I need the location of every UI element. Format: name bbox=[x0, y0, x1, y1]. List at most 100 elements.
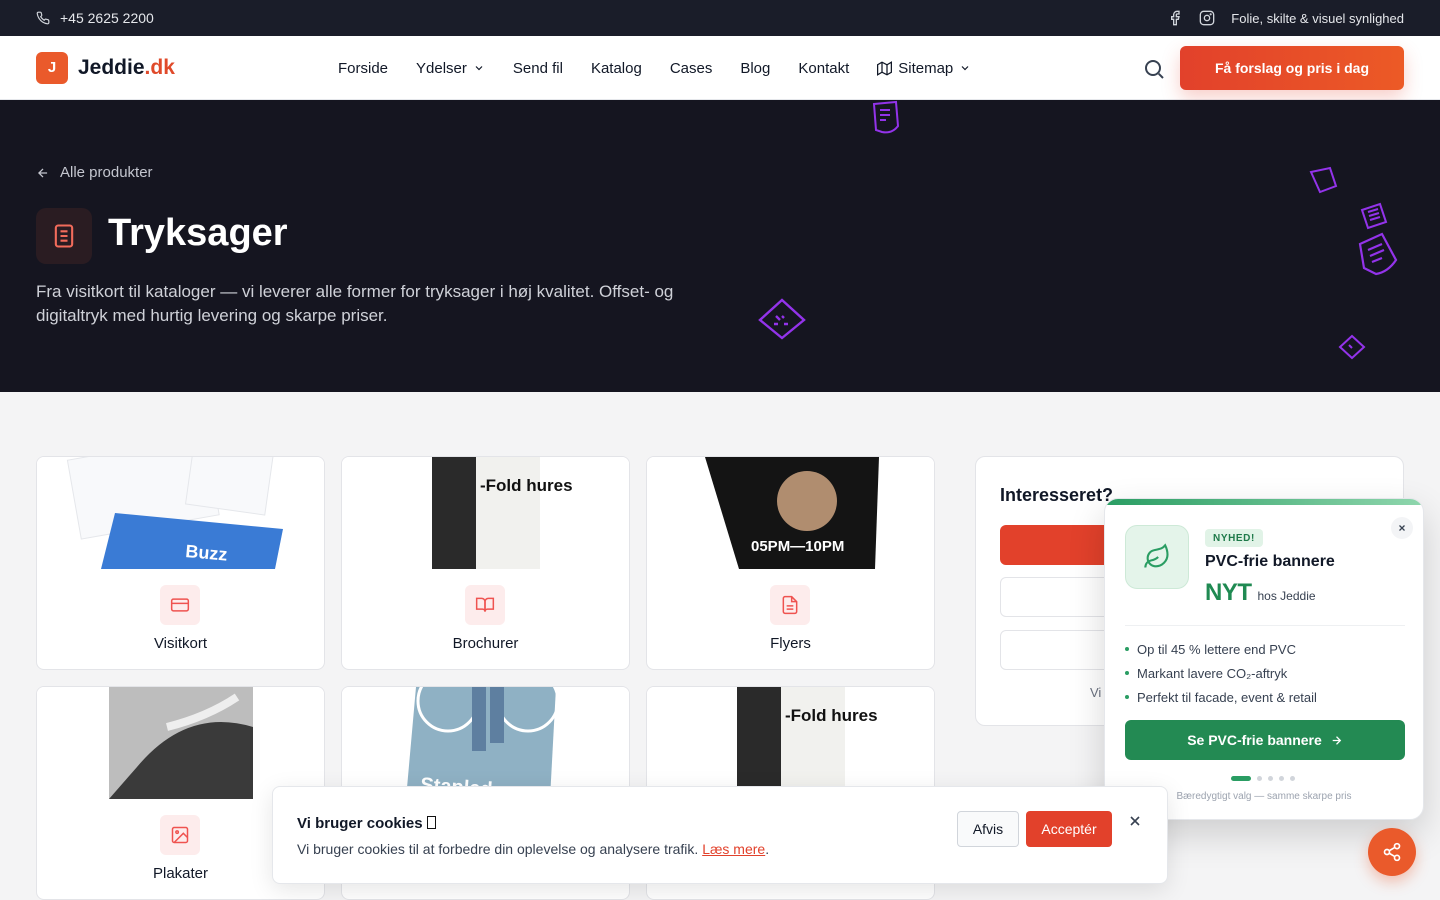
promo-nyt: NYT bbox=[1205, 579, 1252, 606]
promo-bullet: Op til 45 % lettere end PVC bbox=[1125, 637, 1317, 661]
nav-item-label: Sitemap bbox=[898, 59, 954, 77]
product-card-flyers[interactable]: 05PM—10PM Flyers bbox=[646, 456, 935, 670]
nav-item-katalog[interactable]: Katalog bbox=[591, 60, 642, 77]
logo-tld: .dk bbox=[144, 55, 175, 79]
close-icon[interactable] bbox=[1127, 813, 1143, 829]
share-button[interactable] bbox=[1368, 828, 1416, 876]
cookie-read-more-link[interactable]: Læs mere bbox=[702, 841, 765, 857]
product-card-visitkort[interactable]: Buzz Visitkort bbox=[36, 456, 325, 670]
product-icon-box bbox=[465, 585, 505, 625]
carousel-dot[interactable] bbox=[1257, 776, 1262, 781]
cookie-banner: Vi bruger cookies Vi bruger cookies til … bbox=[272, 786, 1168, 884]
cookie-title: Vi bruger cookies bbox=[297, 815, 436, 832]
nav-item-label: Cases bbox=[669, 59, 713, 77]
instagram-icon[interactable] bbox=[1199, 10, 1215, 26]
promo-bullet: Perfekt til facade, event & retail bbox=[1125, 685, 1317, 709]
book-open-icon bbox=[475, 597, 495, 612]
nav-item-forside[interactable]: Forside bbox=[338, 60, 388, 77]
arrow-right-icon bbox=[1332, 735, 1342, 745]
facebook-icon[interactable] bbox=[1167, 10, 1183, 26]
ticket-decoration-icon bbox=[758, 298, 806, 340]
product-image: 05PM—10PM bbox=[647, 457, 934, 569]
product-image-text: -Fold hures bbox=[480, 476, 573, 495]
product-image-text: Buzz bbox=[185, 541, 229, 565]
carousel-dot[interactable] bbox=[1279, 776, 1284, 781]
promo-badge: NYHED! bbox=[1205, 529, 1263, 547]
product-image bbox=[37, 687, 324, 799]
top-bar: +45 2625 2200 Folie, skilte & visuel syn… bbox=[0, 0, 1440, 36]
promo-bullet: Markant lavere CO₂-aftryk bbox=[1125, 661, 1317, 685]
product-image-text: 05PM—10PM bbox=[751, 538, 844, 555]
note-decoration-icon bbox=[1309, 166, 1338, 194]
nav-item-label: Ydelser bbox=[416, 59, 467, 77]
map-icon bbox=[877, 60, 893, 76]
promo-carousel-dots bbox=[1231, 776, 1295, 781]
nav-item-send-fil[interactable]: Send fil bbox=[513, 60, 563, 77]
close-icon bbox=[1399, 525, 1405, 531]
carousel-dot[interactable] bbox=[1290, 776, 1295, 781]
image-icon bbox=[171, 826, 189, 844]
logo-mark: J bbox=[36, 51, 68, 84]
product-card-brochurer[interactable]: -Fold hures Brochurer bbox=[341, 456, 630, 670]
product-image: -Fold hures bbox=[342, 457, 629, 569]
site-header: J Jeddie.dk Forside Ydelser Send fil Kat… bbox=[0, 36, 1440, 100]
share-icon bbox=[1383, 842, 1401, 862]
page-description: Fra visitkort til kataloger — vi leverer… bbox=[36, 282, 674, 325]
product-image-text: -Fold hures bbox=[785, 706, 878, 725]
ticket-decoration-icon bbox=[1338, 334, 1366, 360]
nav-item-label: Send fil bbox=[512, 59, 563, 77]
promo-popup: NYHED! PVC-frie bannere NYT hos Jeddie O… bbox=[1104, 498, 1424, 820]
product-icon-box bbox=[160, 585, 200, 625]
main-nav: Forside Ydelser Send fil Katalog Cases B… bbox=[338, 36, 971, 100]
document-decoration-icon bbox=[872, 100, 900, 134]
logo-text: Jeddie.dk bbox=[78, 56, 175, 80]
product-image: Buzz bbox=[37, 457, 324, 569]
phone-contact[interactable]: +45 2625 2200 bbox=[36, 10, 154, 26]
product-icon-box bbox=[770, 585, 810, 625]
quote-cta-button[interactable]: Få forslag og pris i dag bbox=[1180, 46, 1404, 90]
sidebar-note: Vi bbox=[1090, 685, 1102, 700]
document-decoration-icon bbox=[1358, 232, 1398, 276]
logo[interactable]: J Jeddie.dk bbox=[36, 51, 175, 84]
carousel-dot[interactable] bbox=[1268, 776, 1273, 781]
back-to-products-link[interactable]: Alle produkter bbox=[36, 164, 153, 181]
product-label: Brochurer bbox=[452, 635, 519, 652]
cookie-text: Vi bruger cookies til at forbedre din op… bbox=[297, 841, 770, 857]
product-image: Stapled bbox=[342, 687, 629, 799]
hero-section: Alle produkter Tryksager Fra visitkort t… bbox=[0, 100, 1440, 392]
nav-item-sitemap[interactable]: Sitemap bbox=[877, 60, 971, 77]
back-link-label: Alle produkter bbox=[60, 164, 153, 181]
phone-number[interactable]: +45 2625 2200 bbox=[60, 10, 154, 26]
promo-bullets: Op til 45 % lettere end PVC Markant lave… bbox=[1125, 637, 1317, 709]
file-text-icon bbox=[54, 224, 74, 248]
nav-item-blog[interactable]: Blog bbox=[740, 60, 770, 77]
promo-cta-label: Se PVC-frie bannere bbox=[1187, 732, 1322, 748]
promo-divider bbox=[1125, 625, 1405, 626]
promo-title: PVC-frie bannere bbox=[1205, 553, 1335, 570]
nav-item-kontakt[interactable]: Kontakt bbox=[798, 60, 849, 77]
search-icon[interactable] bbox=[1142, 57, 1166, 81]
credit-card-icon bbox=[170, 598, 190, 612]
promo-cta-button[interactable]: Se PVC-frie bannere bbox=[1125, 720, 1405, 760]
chevron-down-icon bbox=[961, 66, 969, 71]
promo-close-button[interactable] bbox=[1391, 517, 1413, 539]
sidebar-title: Interesseret? bbox=[1000, 485, 1114, 505]
logo-name: Jeddie bbox=[78, 55, 145, 79]
carousel-dot[interactable] bbox=[1231, 776, 1251, 781]
leaf-icon bbox=[1144, 543, 1169, 568]
cookie-emoji-icon bbox=[426, 816, 436, 829]
product-label: Visitkort bbox=[153, 635, 208, 652]
promo-icon-box bbox=[1125, 525, 1189, 589]
cookie-decline-button[interactable]: Afvis bbox=[957, 811, 1019, 847]
promo-subtitle: NYT hos Jeddie bbox=[1205, 579, 1316, 607]
cookie-accept-button[interactable]: Acceptér bbox=[1026, 811, 1112, 847]
nav-item-cases[interactable]: Cases bbox=[670, 60, 713, 77]
file-text-icon bbox=[782, 595, 798, 615]
nav-item-label: Blog bbox=[740, 59, 771, 77]
nav-item-ydelser[interactable]: Ydelser bbox=[416, 60, 485, 77]
arrow-left-icon bbox=[38, 167, 48, 178]
nav-item-label: Forside bbox=[338, 59, 389, 77]
nav-item-label: Katalog bbox=[590, 59, 642, 77]
promo-nyt-suffix: hos Jeddie bbox=[1257, 589, 1316, 603]
product-icon-box bbox=[160, 815, 200, 855]
